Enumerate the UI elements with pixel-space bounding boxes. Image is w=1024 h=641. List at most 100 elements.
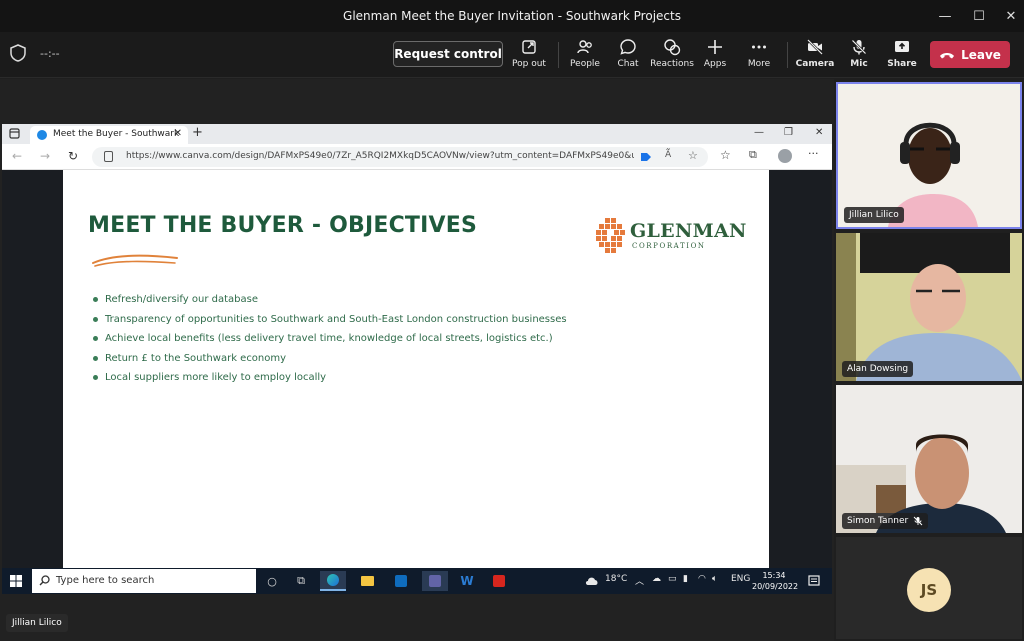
participant-tile-alan[interactable]: Alan Dowsing bbox=[836, 233, 1022, 381]
participant-name-tag: Jillian Lilico bbox=[844, 207, 904, 223]
wifi-icon[interactable]: ◠ bbox=[698, 574, 706, 584]
chat-icon bbox=[620, 39, 636, 55]
participant-tile-jillian[interactable]: Jillian Lilico bbox=[836, 82, 1022, 229]
tray-chevron-icon[interactable]: ︿ bbox=[635, 574, 644, 587]
participant-tile-js[interactable]: JS bbox=[836, 537, 1022, 639]
tab-close-icon[interactable]: ✕ bbox=[174, 128, 182, 139]
phone-hangup-icon bbox=[940, 52, 955, 58]
add-favorite-icon[interactable]: ☆ bbox=[688, 149, 698, 162]
pop-out-label: Pop out bbox=[512, 59, 546, 69]
leave-button[interactable]: Leave bbox=[930, 41, 1010, 68]
url-text: https://www.canva.com/design/DAFMxPS49e0… bbox=[126, 151, 634, 161]
word-icon[interactable]: W bbox=[454, 571, 480, 591]
camera-label: Camera bbox=[795, 59, 835, 69]
windows-taskbar: Type here to search ○ ⧉ W 18°C ︿ ☁ ▭ ▮ ◠… bbox=[2, 568, 832, 594]
maximize-button[interactable]: ☐ bbox=[962, 0, 996, 32]
browser-menu-icon[interactable]: ··· bbox=[808, 147, 819, 160]
collections-icon[interactable]: ⧉ bbox=[749, 148, 757, 162]
decorative-squiggle bbox=[92, 254, 178, 267]
minimize-button[interactable]: — bbox=[928, 0, 962, 32]
search-icon bbox=[39, 575, 50, 586]
notifications-icon[interactable] bbox=[808, 575, 820, 587]
pop-out-button[interactable]: Pop out bbox=[506, 36, 552, 76]
objective-item: Local suppliers more likely to employ lo… bbox=[93, 368, 567, 388]
share-button[interactable]: Share bbox=[879, 36, 925, 76]
weather-cloud-icon bbox=[585, 577, 598, 585]
more-label: More bbox=[747, 59, 771, 69]
onedrive-icon[interactable]: ☁ bbox=[652, 574, 661, 584]
glenman-logo-mark bbox=[596, 218, 625, 253]
more-button[interactable]: More bbox=[736, 36, 782, 76]
cortana-icon[interactable]: ○ bbox=[259, 571, 285, 591]
slide-title: MEET THE BUYER - OBJECTIVES bbox=[88, 213, 478, 238]
temperature-text: 18°C bbox=[605, 574, 628, 584]
volume-icon[interactable]: 🔈︎ bbox=[712, 574, 717, 584]
browser-tab[interactable]: Meet the Buyer - Southwark ✕ bbox=[30, 126, 188, 144]
meeting-timer: --:-- bbox=[40, 47, 60, 60]
battery-icon[interactable]: ▮ bbox=[683, 574, 688, 584]
toolbar-divider bbox=[558, 42, 559, 68]
taskbar-search-box[interactable]: Type here to search bbox=[32, 569, 256, 593]
browser-minimize-icon[interactable]: — bbox=[754, 127, 764, 138]
refresh-button[interactable]: ↻ bbox=[68, 149, 78, 163]
close-window-button[interactable]: ✕ bbox=[994, 0, 1024, 32]
objective-item: Achieve local benefits (less delivery tr… bbox=[93, 329, 567, 349]
video-feed bbox=[836, 385, 1022, 533]
canva-view: MEET THE BUYER - OBJECTIVES GLENMAN CORP… bbox=[2, 170, 832, 568]
participant-name-tag: Alan Dowsing bbox=[842, 361, 914, 377]
browser-close-icon[interactable]: ✕ bbox=[815, 127, 823, 138]
address-bar-row: ← → ↻ https://www.canva.com/design/DAFMx… bbox=[2, 144, 832, 170]
slide: MEET THE BUYER - OBJECTIVES GLENMAN CORP… bbox=[63, 170, 769, 568]
participant-avatar: JS bbox=[907, 568, 951, 612]
people-icon bbox=[577, 40, 592, 54]
toolbar-divider bbox=[787, 42, 788, 68]
teams-icon[interactable] bbox=[422, 571, 448, 591]
reactions-icon bbox=[664, 39, 681, 56]
participant-tile-simon[interactable]: Simon Tanner bbox=[836, 385, 1022, 533]
language-indicator[interactable]: ENG bbox=[731, 574, 750, 584]
reactions-button[interactable]: Reactions bbox=[649, 36, 695, 76]
people-button[interactable]: People bbox=[562, 36, 608, 76]
camera-off-icon bbox=[807, 39, 823, 55]
request-control-button[interactable]: Request control bbox=[393, 41, 503, 67]
mic-button[interactable]: Mic bbox=[836, 36, 882, 76]
url-field[interactable]: https://www.canva.com/design/DAFMxPS49e0… bbox=[92, 147, 708, 167]
profile-avatar[interactable] bbox=[778, 149, 792, 163]
usb-icon[interactable]: ▭ bbox=[668, 574, 677, 584]
participant-name-tag: Simon Tanner bbox=[842, 513, 929, 529]
participant-name: Jillian Lilico bbox=[849, 210, 899, 220]
chat-button[interactable]: Chat bbox=[605, 36, 651, 76]
shield-icon bbox=[10, 44, 26, 62]
file-explorer-icon[interactable] bbox=[354, 571, 380, 591]
reactions-label: Reactions bbox=[650, 59, 694, 69]
outlook-icon[interactable] bbox=[388, 571, 414, 591]
acrobat-icon[interactable] bbox=[486, 571, 512, 591]
mic-off-icon bbox=[851, 39, 867, 55]
task-view-icon[interactable]: ⧉ bbox=[288, 571, 314, 591]
new-tab-button[interactable]: + bbox=[192, 125, 203, 140]
clock-date: 20/09/2022 bbox=[752, 582, 799, 591]
shared-browser-window: Meet the Buyer - Southwark ✕ + — ❐ ✕ ← →… bbox=[2, 124, 832, 594]
taskbar-clock[interactable]: 15:34 20/09/2022 bbox=[752, 570, 799, 592]
camera-button[interactable]: Camera bbox=[792, 36, 838, 76]
search-placeholder: Type here to search bbox=[56, 575, 155, 586]
logo-subtitle: CORPORATION bbox=[632, 242, 706, 250]
apps-label: Apps bbox=[703, 59, 727, 69]
apps-button[interactable]: Apps bbox=[692, 36, 738, 76]
tag-icon[interactable] bbox=[640, 152, 652, 162]
teams-meeting-window: Glenman Meet the Buyer Invitation - Sout… bbox=[0, 0, 1024, 641]
window-title: Glenman Meet the Buyer Invitation - Sout… bbox=[343, 9, 681, 23]
forward-button[interactable]: → bbox=[40, 149, 50, 163]
back-button[interactable]: ← bbox=[12, 149, 22, 163]
chat-label: Chat bbox=[617, 59, 639, 69]
tab-title: Meet the Buyer - Southwark bbox=[53, 129, 180, 139]
tab-actions-icon[interactable] bbox=[9, 128, 20, 139]
video-feed bbox=[838, 84, 1020, 227]
canva-favicon-icon bbox=[37, 130, 47, 140]
windows-start-icon[interactable] bbox=[10, 575, 22, 587]
browser-restore-icon[interactable]: ❐ bbox=[784, 127, 793, 138]
favorites-icon[interactable]: ☆ bbox=[720, 148, 731, 162]
more-icon bbox=[752, 45, 766, 49]
read-aloud-icon[interactable]: A᷉ bbox=[665, 150, 671, 160]
edge-browser-icon[interactable] bbox=[320, 571, 346, 591]
